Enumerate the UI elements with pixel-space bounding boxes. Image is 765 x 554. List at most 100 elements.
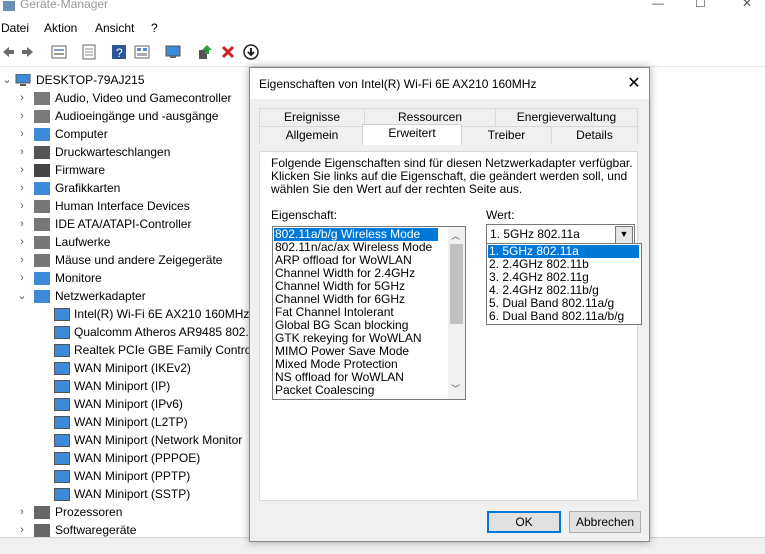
uninstall-icon[interactable]	[220, 44, 236, 60]
tree-item-label: Grafikkarten	[55, 181, 121, 195]
menu-ansicht[interactable]: Ansicht	[95, 21, 134, 35]
minimize-button[interactable]: —	[652, 0, 664, 10]
help-icon[interactable]: ?	[111, 44, 127, 60]
ide-icon	[34, 218, 50, 231]
tab-treiber[interactable]: Treiber	[461, 126, 552, 144]
tree-item-label: Druckwarteschlangen	[55, 145, 171, 159]
expand-chevron-icon[interactable]: ›	[17, 215, 27, 233]
svg-text:?: ?	[116, 46, 123, 60]
tree-root-label: DESKTOP-79AJ215	[36, 73, 145, 87]
dialog-close-button[interactable]: ✕	[619, 68, 649, 99]
tab-erweitert[interactable]: Erweitert	[362, 124, 462, 145]
network-adapter-label: WAN Miniport (L2TP)	[74, 415, 188, 429]
tab-details[interactable]: Details	[551, 126, 638, 144]
scan-hardware-icon[interactable]	[165, 44, 181, 60]
property-listbox[interactable]: 802.11a/b/g Wireless Mode 802.11n/ac/ax W…	[272, 226, 466, 400]
audio-io-icon	[34, 110, 50, 123]
dialog-titlebar: Eigenschaften von Intel(R) Wi-Fi 6E AX21…	[250, 68, 649, 99]
mouse-icon	[34, 254, 50, 267]
value-combobox[interactable]: 1. 5GHz 802.11a ▼	[486, 224, 635, 244]
main-titlebar: Geräte-Manager — ☐ ✕	[0, 0, 765, 16]
tab-energieverwaltung[interactable]: Energieverwaltung	[495, 108, 638, 126]
menu-aktion[interactable]: Aktion	[44, 21, 77, 35]
menu-datei[interactable]: Datei	[1, 21, 29, 35]
expand-chevron-icon[interactable]: ›	[17, 233, 27, 251]
network-adapter-icon	[54, 308, 70, 321]
network-adapter-icon	[54, 434, 70, 447]
tree-item-label: Human Interface Devices	[55, 199, 190, 213]
dropdown-arrow-icon[interactable]: ▼	[615, 226, 633, 244]
network-icon	[34, 290, 50, 303]
network-adapter-icon	[54, 398, 70, 411]
network-adapter-label: WAN Miniport (IPv6)	[74, 397, 183, 411]
device-list-icon[interactable]	[134, 44, 150, 60]
menu-help[interactable]: ?	[151, 21, 158, 35]
forward-icon[interactable]	[20, 44, 36, 60]
advanced-tab-pane: Folgende Eigenschaften sind für diesen N…	[259, 151, 642, 501]
processors-icon	[34, 506, 50, 519]
value-current: 1. 5GHz 802.11a	[490, 227, 580, 241]
maximize-button[interactable]: ☐	[695, 0, 706, 10]
value-option[interactable]: 6. Dual Band 802.11a/b/g	[488, 310, 624, 323]
collapse-chevron-icon[interactable]: ⌄	[2, 71, 12, 89]
network-adapter-label: WAN Miniport (PPPOE)	[74, 451, 201, 465]
network-adapter-icon	[54, 380, 70, 393]
network-adapter-label: WAN Miniport (PPTP)	[74, 469, 191, 483]
cancel-button[interactable]: Abbrechen	[569, 511, 641, 533]
tree-item-label: Monitore	[55, 271, 102, 285]
update-driver-icon[interactable]	[197, 44, 213, 60]
collapse-chevron-icon[interactable]: ⌄	[17, 287, 27, 305]
network-adapter-icon	[54, 326, 70, 339]
network-adapter-icon	[54, 488, 70, 501]
value-label: Wert:	[486, 208, 515, 222]
expand-chevron-icon[interactable]: ›	[17, 107, 27, 125]
network-adapter-icon	[54, 416, 70, 429]
expand-chevron-icon[interactable]: ›	[17, 125, 27, 143]
expand-chevron-icon[interactable]: ›	[17, 143, 27, 161]
hid-icon	[34, 200, 50, 213]
expand-chevron-icon[interactable]: ›	[17, 197, 27, 215]
description-line-3: wählen Sie den Wert auf der rechten Seit…	[271, 182, 523, 196]
audio-icon	[34, 92, 50, 105]
software-devices-icon	[34, 524, 50, 537]
tab-allgemein[interactable]: Allgemein	[259, 126, 365, 144]
ok-button[interactable]: OK	[487, 511, 561, 533]
network-adapter-label: Realtek PCIe GBE Family Controlle	[74, 343, 264, 357]
scrollbar-thumb[interactable]	[450, 244, 463, 324]
computer-icon	[34, 128, 50, 141]
app-icon	[3, 1, 15, 11]
property-scrollbar[interactable]: ︿ ﹀	[448, 227, 465, 399]
firmware-icon	[34, 164, 50, 177]
tree-item-label: Audio, Video und Gamecontroller	[55, 91, 232, 105]
expand-chevron-icon[interactable]: ›	[17, 179, 27, 197]
print-queue-icon	[34, 146, 50, 159]
scroll-up-icon[interactable]: ︿	[451, 229, 460, 242]
menu-bar: Datei Aktion Ansicht ?	[0, 18, 765, 38]
expand-chevron-icon[interactable]: ›	[17, 89, 27, 107]
network-adapter-icon	[54, 362, 70, 375]
scroll-down-icon[interactable]: ﹀	[451, 382, 460, 395]
monitors-icon	[34, 272, 50, 285]
show-hidden-icon[interactable]	[81, 44, 97, 60]
disable-device-icon[interactable]	[243, 44, 259, 60]
properties-view-icon[interactable]	[51, 44, 67, 60]
close-window-button[interactable]: ✕	[742, 0, 752, 10]
network-adapter-icon	[54, 344, 70, 357]
tree-item-label: Firmware	[55, 163, 105, 177]
expand-chevron-icon[interactable]: ›	[17, 269, 27, 287]
property-label: Eigenschaft:	[271, 208, 338, 222]
window-title: Geräte-Manager	[20, 0, 109, 11]
network-adapter-label: WAN Miniport (IKEv2)	[74, 361, 191, 375]
properties-dialog: Eigenschaften von Intel(R) Wi-Fi 6E AX21…	[249, 67, 650, 542]
network-adapter-label: Intel(R) Wi-Fi 6E AX210 160MHz	[74, 307, 250, 321]
tab-ereignisse[interactable]: Ereignisse	[259, 108, 365, 126]
drives-icon	[34, 236, 50, 249]
expand-chevron-icon[interactable]: ›	[17, 251, 27, 269]
network-adapter-icon	[54, 470, 70, 483]
expand-chevron-icon[interactable]: ›	[17, 161, 27, 179]
expand-chevron-icon[interactable]: ›	[17, 503, 27, 521]
tree-item-label: Netzwerkadapter	[55, 289, 146, 303]
back-icon[interactable]	[0, 44, 16, 60]
value-dropdown-list[interactable]: 1. 5GHz 802.11a 2. 2.4GHz 802.11b 3. 2.4GH…	[486, 243, 642, 325]
property-item[interactable]: Packet Coalescing	[275, 384, 374, 397]
